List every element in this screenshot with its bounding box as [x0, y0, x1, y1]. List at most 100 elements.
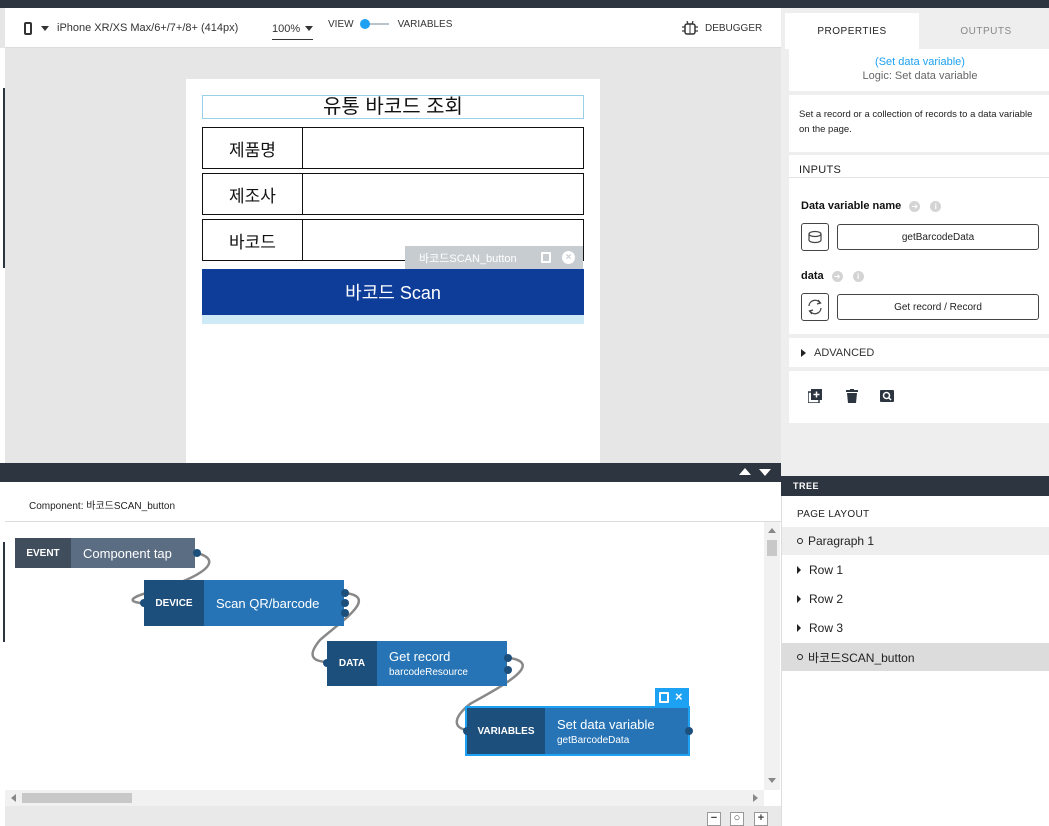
block-subtitle: getBarcodeData [557, 734, 630, 746]
page-title-paragraph[interactable]: 유통 바코드 조회 [202, 95, 584, 119]
field-label-text: data [801, 270, 824, 282]
duplicate-icon[interactable] [808, 389, 822, 403]
panel-splitter[interactable] [0, 463, 781, 482]
tree-header: TREE [781, 476, 1049, 496]
logic-block-device[interactable]: DEVICE Scan QR/barcode [144, 580, 344, 626]
logic-block-data[interactable]: DATA Get record barcodeResource [327, 641, 507, 686]
description-card: Set a record or a collection of records … [789, 95, 1049, 152]
arrow-right-icon[interactable]: ➜ [909, 200, 921, 212]
caret-right-icon [801, 348, 806, 357]
tree-spacer [781, 463, 1049, 476]
collapse-down-icon[interactable] [759, 469, 771, 476]
actions-card [789, 371, 1049, 423]
input-port[interactable] [323, 659, 331, 667]
caret-right-icon[interactable] [797, 595, 801, 603]
top-bar [0, 0, 1049, 8]
left-edge [0, 48, 5, 463]
tab-properties[interactable]: PROPERTIES [785, 13, 919, 49]
output-port[interactable] [341, 589, 349, 597]
advanced-label: ADVANCED [814, 346, 875, 359]
vertical-scrollbar[interactable] [764, 522, 780, 790]
info-icon[interactable]: i [852, 270, 864, 282]
row-2[interactable]: 제조사 [202, 173, 584, 215]
caret-right-icon[interactable] [797, 624, 801, 632]
phone-icon [24, 21, 32, 35]
input-port[interactable] [140, 599, 148, 607]
block-subtitle: barcodeResource [389, 667, 468, 678]
row-1[interactable]: 제품명 [202, 127, 584, 169]
block-tag: DATA [327, 641, 377, 686]
block-actions: × [655, 688, 689, 707]
tree-item-label: Row 3 [809, 621, 844, 635]
block-tag: VARIABLES [467, 708, 545, 754]
field-label: data ➜ i [801, 270, 864, 282]
close-icon[interactable]: × [562, 251, 575, 264]
database-icon [808, 230, 822, 244]
block-title: Get record [389, 649, 451, 664]
tree-item-row-3[interactable]: Row 3 [782, 614, 1049, 642]
view-variables-toggle[interactable]: VIEW VARIABLES [328, 4, 452, 44]
row-label: 바코드 [203, 220, 303, 260]
tab-outputs[interactable]: OUTPUTS [919, 13, 1049, 49]
bug-icon [682, 21, 698, 35]
advanced-section[interactable]: ADVANCED [789, 338, 1049, 367]
view-toggle-switch[interactable] [359, 19, 390, 29]
block-body: Scan QR/barcode [204, 580, 344, 626]
block-title: Set data variable [557, 716, 655, 732]
refresh-icon [808, 299, 822, 315]
field-label-text: Data variable name [801, 200, 902, 212]
zoom-in-button[interactable]: + [754, 812, 768, 826]
data-variable-picker[interactable] [801, 223, 829, 251]
block-title: Scan QR/barcode [216, 595, 320, 611]
data-source-picker[interactable] [801, 293, 829, 321]
row-label: 제조사 [203, 174, 303, 214]
selected-component-tag: 바코드SCAN_button × [405, 246, 583, 269]
block-body: Component tap [71, 538, 195, 568]
debugger-button[interactable]: DEBUGGER [681, 8, 762, 48]
logic-block-variables[interactable]: VARIABLES Set data variable getBarcodeDa… [465, 706, 690, 756]
output-port[interactable] [341, 609, 349, 617]
barcode-scan-button[interactable]: 바코드 Scan [202, 269, 584, 324]
logic-info-card: (Set data variable) Logic: Set data vari… [789, 49, 1049, 91]
output-port[interactable] [193, 549, 201, 557]
close-icon[interactable]: × [675, 689, 683, 704]
data-variable-name-value[interactable]: getBarcodeData [837, 224, 1039, 250]
input-port[interactable] [463, 727, 471, 735]
properties-panel: PROPERTIES OUTPUTS (Set data variable) L… [781, 8, 1049, 463]
chevron-down-icon [41, 25, 49, 31]
debugger-label: DEBUGGER [705, 22, 763, 34]
horizontal-scrollbar[interactable] [5, 790, 764, 806]
zoom-selector[interactable]: 100% [272, 18, 314, 40]
logic-name-link[interactable]: (Set data variable) [789, 56, 1049, 68]
collapse-up-icon[interactable] [739, 468, 751, 475]
logic-block-event[interactable]: EVENT Component tap [15, 538, 195, 568]
tree-item-row-1[interactable]: Row 1 [782, 556, 1049, 584]
output-port[interactable] [504, 666, 512, 674]
device-selector[interactable]: iPhone XR/XS Max/6+/7+/8+ (414px) [24, 8, 238, 48]
copy-icon[interactable] [659, 692, 669, 703]
view-label: VIEW [328, 18, 354, 30]
tree-section-title: PAGE LAYOUT [797, 509, 870, 520]
trash-icon[interactable] [845, 389, 859, 403]
tree-item-label: Row 2 [809, 592, 844, 606]
arrow-right-icon[interactable]: ➜ [831, 270, 843, 282]
caret-right-icon[interactable] [797, 566, 801, 574]
zoom-out-button[interactable]: − [707, 812, 721, 826]
tree-item-label: 바코드SCAN_button [808, 650, 915, 665]
copy-icon[interactable] [541, 252, 551, 263]
info-icon[interactable]: i [930, 200, 942, 212]
data-value[interactable]: Get record / Record [837, 294, 1039, 320]
tree-item-row-2[interactable]: Row 2 [782, 585, 1049, 613]
logic-editor: Component: 바코드SCAN_button EVENT Componen… [0, 482, 781, 826]
block-body: Get record barcodeResource [377, 641, 507, 686]
tree-item-paragraph-1[interactable]: Paragraph 1 [782, 527, 1049, 555]
zoom-label: 100% [272, 22, 301, 35]
output-port[interactable] [685, 727, 693, 735]
zoom-reset-button[interactable]: ○ [730, 812, 744, 826]
inputs-card: INPUTS Data variable name ➜ i getBarcode… [789, 155, 1049, 334]
output-port[interactable] [341, 599, 349, 607]
search-icon[interactable] [880, 389, 894, 403]
output-port[interactable] [504, 654, 512, 662]
row-label: 제품명 [203, 128, 303, 168]
tree-item-scan-button[interactable]: 바코드SCAN_button [782, 643, 1049, 671]
